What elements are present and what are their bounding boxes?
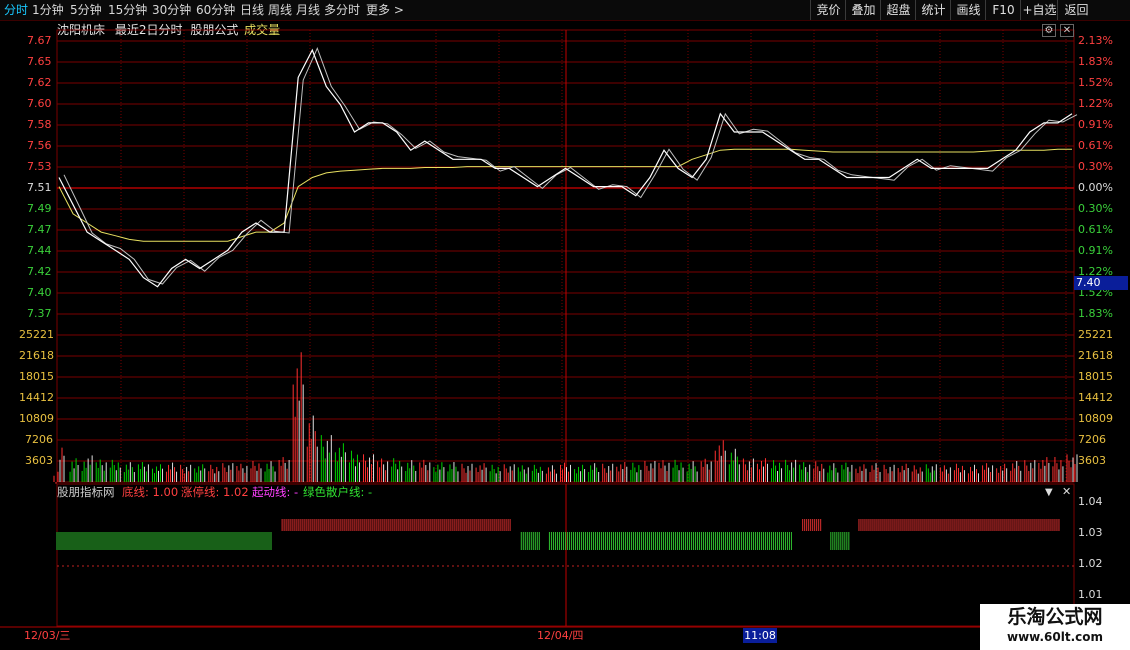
- price-label: 7.56: [27, 139, 52, 152]
- percent-label: 0.30%: [1078, 202, 1113, 215]
- volume-axis-label-right: 3603: [1078, 454, 1106, 467]
- volume-axis-label-right: 18015: [1078, 370, 1113, 383]
- price-label: 7.40: [27, 286, 52, 299]
- cursor-time-label: 11:08: [743, 628, 777, 643]
- chart-svg: [0, 29, 1130, 628]
- volume-axis-label: 7206: [25, 433, 53, 446]
- volume-axis-label-right: 10809: [1078, 412, 1113, 425]
- price-label: 7.62: [27, 76, 52, 89]
- percent-label: 0.91%: [1078, 244, 1113, 257]
- price-label: 7.42: [27, 265, 52, 278]
- percent-label: 2.13%: [1078, 34, 1113, 47]
- price-label: 7.44: [27, 244, 52, 257]
- percent-label: 1.83%: [1078, 307, 1113, 320]
- price-label: 7.51: [27, 181, 52, 194]
- price-label: 7.37: [27, 307, 52, 320]
- volume-axis-label-right: 7206: [1078, 433, 1106, 446]
- volume-axis-label: 10809: [19, 412, 54, 425]
- price-label: 7.49: [27, 202, 52, 215]
- watermark: 乐淘公式网 www.60lt.com: [980, 604, 1130, 650]
- indicator-name: 股朋指标网: [57, 485, 115, 499]
- indicator-axis-label: 1.02: [1078, 557, 1103, 570]
- close-panel-icon[interactable]: ✕: [1060, 24, 1074, 37]
- price-label: 7.60: [27, 97, 52, 110]
- price-label: 7.47: [27, 223, 52, 236]
- indicator-axis-label: 1.04: [1078, 495, 1103, 508]
- settings-icon[interactable]: ⚙: [1042, 24, 1056, 37]
- percent-label: 0.30%: [1078, 160, 1113, 173]
- volume-axis-label: 18015: [19, 370, 54, 383]
- volume-axis-label-right: 25221: [1078, 328, 1113, 341]
- price-label: 7.53: [27, 160, 52, 173]
- watermark-url: www.60lt.com: [1006, 630, 1104, 644]
- close-icon[interactable]: ✕: [1062, 486, 1071, 498]
- percent-label: 0.61%: [1078, 223, 1113, 236]
- cursor-price-label: 7.40: [1074, 276, 1128, 290]
- percent-label: 0.61%: [1078, 139, 1113, 152]
- percent-label: 1.22%: [1078, 97, 1113, 110]
- price-label: 7.67: [27, 34, 52, 47]
- percent-label: 0.00%: [1078, 181, 1113, 194]
- volume-axis-label: 21618: [19, 349, 54, 362]
- indicator-green-line: 绿色散户线: -: [303, 485, 373, 499]
- time-label-day1: 12/03/三: [24, 629, 71, 642]
- volume-axis-label: 3603: [25, 454, 53, 467]
- volume-axis-label-right: 14412: [1078, 391, 1113, 404]
- chevron-down-icon[interactable]: ▼: [1045, 487, 1053, 499]
- percent-label: 0.91%: [1078, 118, 1113, 131]
- watermark-title: 乐淘公式网: [1007, 606, 1103, 628]
- indicator-axis-label: 1.03: [1078, 526, 1103, 539]
- indicator-axis-label: 1.01: [1078, 588, 1103, 601]
- volume-axis-label: 25221: [19, 328, 54, 341]
- indicator-start-line: 起动线: -: [252, 485, 299, 499]
- indicator-limit-line: 涨停线: 1.02: [181, 485, 249, 499]
- volume-axis-label-right: 21618: [1078, 349, 1113, 362]
- volume-axis-label: 14412: [19, 391, 54, 404]
- indicator-bottom-line: 底线: 1.00: [122, 485, 179, 499]
- percent-label: 1.83%: [1078, 55, 1113, 68]
- price-label: 7.58: [27, 118, 52, 131]
- percent-label: 1.52%: [1078, 76, 1113, 89]
- time-label-day2: 12/04/四: [537, 629, 584, 642]
- price-label: 7.65: [27, 55, 52, 68]
